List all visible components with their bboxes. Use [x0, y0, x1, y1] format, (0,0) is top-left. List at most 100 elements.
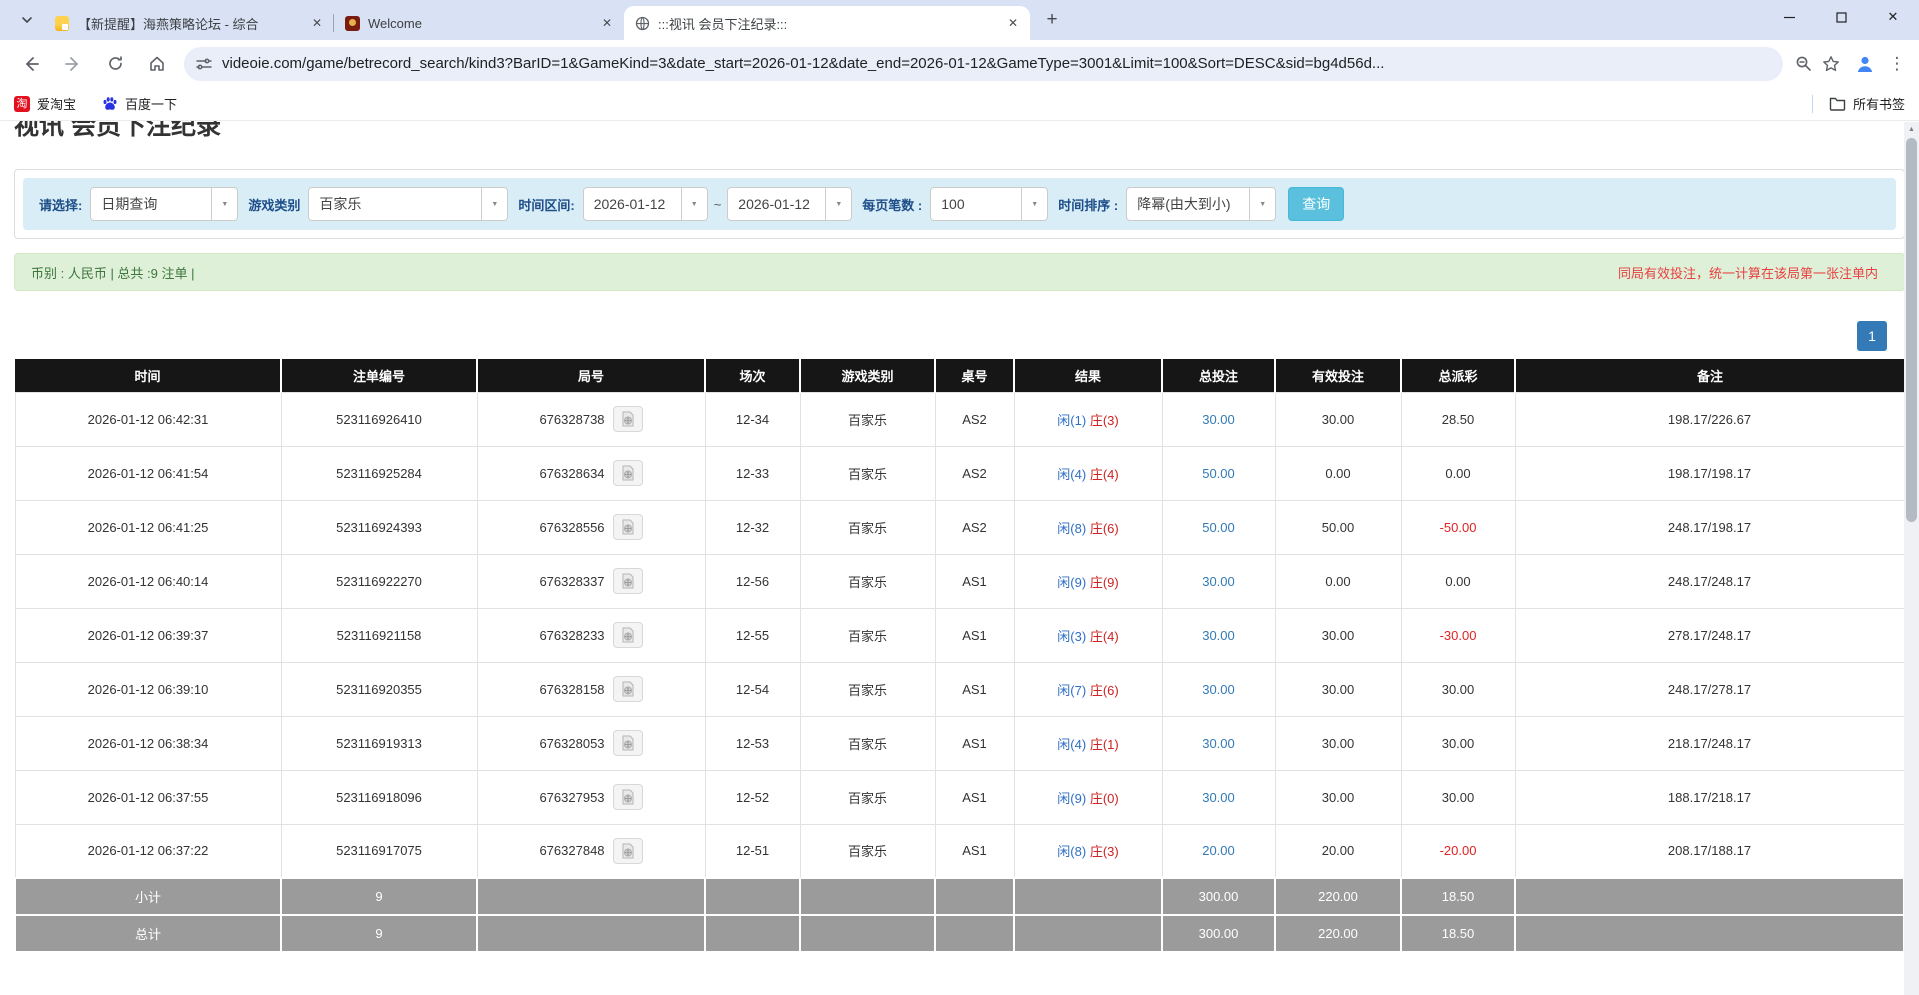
cell-time: 2026-01-12 06:37:55	[15, 770, 281, 824]
new-tab-button[interactable]: +	[1038, 6, 1066, 34]
cell-payout: 28.50	[1401, 392, 1515, 446]
vertical-scrollbar[interactable]: ▲	[1904, 122, 1919, 995]
cell-round-id: 676328053	[477, 716, 705, 770]
page-1-button[interactable]: 1	[1857, 321, 1887, 351]
site-settings-icon[interactable]	[196, 56, 212, 72]
back-button[interactable]	[14, 47, 48, 81]
bookmark-taobao[interactable]: 淘 爱淘宝	[14, 94, 76, 113]
table-footer-row: 总计9300.00220.0018.50	[15, 915, 1904, 952]
forward-icon	[64, 55, 82, 73]
video-replay-button[interactable]	[613, 406, 643, 432]
cell-table-no: AS2	[935, 392, 1014, 446]
tab-search-button[interactable]	[10, 3, 44, 37]
video-replay-button[interactable]	[613, 838, 643, 864]
total-bet-link[interactable]: 30.00	[1202, 736, 1235, 751]
bookmark-star-button[interactable]	[1817, 50, 1845, 78]
cell-session: 12-56	[705, 554, 800, 608]
profile-avatar[interactable]	[1849, 48, 1881, 80]
cell-total-bet: 20.00	[1162, 824, 1275, 878]
cell-bet-id: 523116922270	[281, 554, 477, 608]
total-bet-link[interactable]: 30.00	[1202, 574, 1235, 589]
foot-total-bet: 300.00	[1162, 878, 1275, 915]
forum-favicon-icon	[54, 15, 70, 31]
date-end-select[interactable]: 2026-01-12 ▼	[727, 187, 852, 221]
total-bet-link[interactable]: 30.00	[1202, 412, 1235, 427]
tab-close-icon[interactable]: ✕	[308, 14, 326, 32]
video-replay-button[interactable]	[613, 460, 643, 486]
table-body: 2026-01-12 06:42:31523116926410676328738…	[15, 392, 1904, 952]
total-bet-link[interactable]: 30.00	[1202, 790, 1235, 805]
tab-forum[interactable]: 【新提醒】海燕策略论坛 - 综合 ✕	[44, 6, 334, 40]
tab-close-icon[interactable]: ✕	[598, 14, 616, 32]
query-mode-select[interactable]: 日期查询 ▼	[90, 187, 238, 221]
cell-result: 闲(3) 庄(4)	[1014, 608, 1162, 662]
star-icon	[1822, 55, 1840, 73]
per-page-select[interactable]: 100 ▼	[930, 187, 1048, 221]
cell-round-id: 676327848	[477, 824, 705, 878]
tab-close-icon[interactable]: ✕	[1004, 14, 1022, 32]
video-replay-button[interactable]	[613, 514, 643, 540]
video-replay-button[interactable]	[613, 784, 643, 810]
query-button[interactable]: 查询	[1288, 187, 1344, 221]
game-category-select[interactable]: 百家乐 ▼	[308, 187, 508, 221]
tab-welcome[interactable]: Welcome ✕	[334, 6, 624, 40]
tab-bet-record[interactable]: :::视讯 会员下注纪录::: ✕	[624, 6, 1030, 40]
cell-result: 闲(9) 庄(9)	[1014, 554, 1162, 608]
cell-game-category: 百家乐	[800, 554, 935, 608]
cell-session: 12-32	[705, 500, 800, 554]
cell-bet-id: 523116925284	[281, 446, 477, 500]
bookmark-baidu[interactable]: 百度一下	[102, 94, 177, 113]
video-replay-button[interactable]	[613, 568, 643, 594]
foot-empty	[1014, 878, 1162, 915]
video-replay-button[interactable]	[613, 676, 643, 702]
home-button[interactable]	[140, 47, 174, 81]
back-icon	[22, 55, 40, 73]
total-bet-link[interactable]: 30.00	[1202, 628, 1235, 643]
cell-bet-id: 523116924393	[281, 500, 477, 554]
date-start-select[interactable]: 2026-01-12 ▼	[583, 187, 708, 221]
refresh-button[interactable]	[98, 47, 132, 81]
cell-total-bet: 30.00	[1162, 608, 1275, 662]
cell-total-bet: 30.00	[1162, 392, 1275, 446]
time-sort-select[interactable]: 降幂(由大到小) ▼	[1126, 187, 1276, 221]
cell-bet-id: 523116926410	[281, 392, 477, 446]
column-header: 总投注	[1162, 359, 1275, 392]
cell-payout: 30.00	[1401, 662, 1515, 716]
address-bar[interactable]: videoie.com/game/betrecord_search/kind3?…	[184, 47, 1783, 81]
player-result: 闲(8)	[1057, 521, 1086, 536]
cell-game-category: 百家乐	[800, 662, 935, 716]
banker-result: 庄(3)	[1090, 413, 1119, 428]
cell-table-no: AS1	[935, 662, 1014, 716]
cell-payout: -30.00	[1401, 608, 1515, 662]
video-replay-button[interactable]	[613, 622, 643, 648]
total-bet-link[interactable]: 20.00	[1202, 843, 1235, 858]
total-bet-link[interactable]: 30.00	[1202, 682, 1235, 697]
maximize-button[interactable]	[1815, 0, 1867, 34]
table-row: 2026-01-12 06:41:54523116925284676328634…	[15, 446, 1904, 500]
scroll-up-icon[interactable]: ▲	[1904, 122, 1919, 137]
bookmarks-bar: 淘 爱淘宝 百度一下 所有书签	[0, 87, 1919, 121]
banker-result: 庄(4)	[1090, 467, 1119, 482]
cell-bet-id: 523116917075	[281, 824, 477, 878]
currency-total-text: 币别 : 人民币 | 总共 :9 注单 |	[31, 263, 195, 282]
video-replay-button[interactable]	[613, 730, 643, 756]
foot-empty	[705, 915, 800, 952]
cell-remark: 248.17/198.17	[1515, 500, 1904, 554]
tab-title: Welcome	[368, 16, 598, 31]
minimize-button[interactable]	[1763, 0, 1815, 34]
player-result: 闲(9)	[1057, 575, 1086, 590]
forward-button[interactable]	[56, 47, 90, 81]
tab-strip: 【新提醒】海燕策略论坛 - 综合 ✕ Welcome ✕ :::视讯 会员下注纪…	[0, 0, 1919, 40]
bookmark-label: 爱淘宝	[37, 94, 76, 113]
total-bet-link[interactable]: 50.00	[1202, 466, 1235, 481]
url-text[interactable]: videoie.com/game/betrecord_search/kind3?…	[222, 55, 1771, 72]
close-window-button[interactable]: ✕	[1867, 0, 1919, 34]
total-bet-link[interactable]: 50.00	[1202, 520, 1235, 535]
cell-round-id: 676327953	[477, 770, 705, 824]
scrollbar-thumb[interactable]	[1906, 138, 1917, 522]
all-bookmarks-button[interactable]: 所有书签	[1812, 94, 1905, 113]
chrome-menu-button[interactable]: ⋮	[1885, 48, 1909, 80]
zoom-page-button[interactable]	[1789, 50, 1817, 78]
chevron-down-icon	[21, 14, 33, 26]
video-replay-icon	[620, 627, 636, 643]
